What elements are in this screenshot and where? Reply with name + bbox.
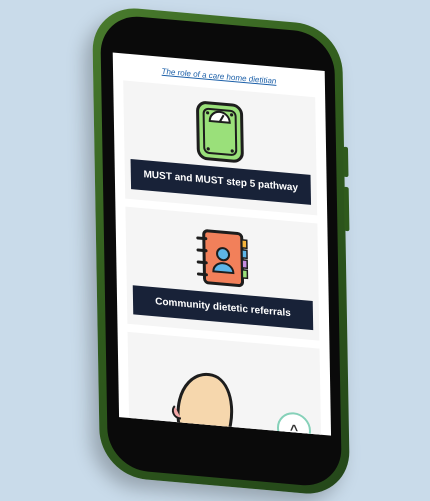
phone: The role of a care home dietitian MUST a [91,4,351,498]
card-community-referrals[interactable]: Community dietetic referrals [125,206,320,341]
card-partial[interactable]: ^ [127,331,322,436]
device-mockup: The role of a care home dietitian MUST a [0,0,430,501]
phone-side-button [343,186,350,232]
phone-screen: The role of a care home dietitian MUST a [112,52,332,436]
phone-side-button [342,146,349,178]
card-must-pathway[interactable]: MUST and MUST step 5 pathway [123,80,318,215]
